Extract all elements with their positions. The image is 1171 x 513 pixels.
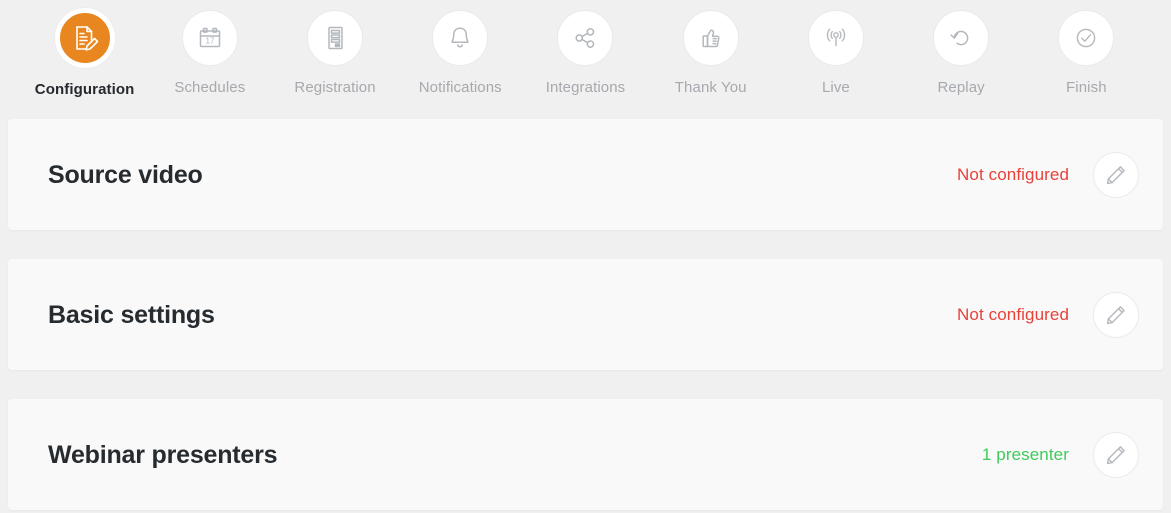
wizard-step-label: Registration <box>294 79 376 96</box>
edit-button-source-video[interactable] <box>1093 151 1139 198</box>
wizard-step-label: Integrations <box>545 79 626 96</box>
card-source-video[interactable]: Source video Not configured <box>8 119 1163 230</box>
wizard-step-finish[interactable]: Finish <box>1024 0 1149 97</box>
wizard-step-label: Notifications <box>418 79 502 96</box>
form-icon <box>321 24 349 52</box>
pencil-icon <box>1104 303 1128 327</box>
card-actions: 1 presenter <box>981 431 1139 478</box>
pencil-icon <box>1104 163 1128 187</box>
status-badge: Not configured <box>957 304 1069 324</box>
wizard-step-label: Schedules <box>174 79 246 96</box>
share-nodes-icon <box>571 24 599 52</box>
wizard-step-configuration[interactable]: Configuration <box>22 0 147 99</box>
check-circle-icon <box>1072 24 1100 52</box>
bell-icon <box>446 24 474 52</box>
wizard-step-registration[interactable]: Registration <box>272 0 397 97</box>
status-badge: Not configured <box>957 164 1069 184</box>
card-actions: Not configured <box>957 291 1139 338</box>
wizard-step-live[interactable]: Live <box>773 0 898 97</box>
step-circle-notifications <box>432 10 489 66</box>
pencil-icon <box>1104 443 1128 467</box>
card-title: Webinar presenters <box>48 440 278 469</box>
step-circle-configuration <box>54 8 115 68</box>
broadcast-icon <box>822 24 850 52</box>
status-badge: 1 presenter <box>981 444 1069 464</box>
step-circle-live <box>807 10 864 66</box>
wizard-step-label: Finish <box>1066 79 1107 96</box>
document-pencil-icon <box>70 23 100 53</box>
edit-button-webinar-presenters[interactable] <box>1093 431 1139 478</box>
wizard-step-replay[interactable]: Replay <box>899 0 1024 97</box>
card-webinar-presenters[interactable]: Webinar presenters 1 presenter <box>8 399 1163 510</box>
card-basic-settings[interactable]: Basic settings Not configured <box>8 259 1163 370</box>
step-circle-registration <box>307 10 364 66</box>
replay-arrow-icon <box>947 24 975 52</box>
thumbs-up-icon <box>697 24 725 52</box>
wizard-step-label: Replay <box>937 79 985 96</box>
step-circle-finish <box>1058 10 1115 66</box>
wizard-step-nav: Configuration 17 Schedules Registration … <box>0 0 1171 119</box>
wizard-step-notifications[interactable]: Notifications <box>398 0 523 97</box>
step-circle-schedules: 17 <box>181 10 238 66</box>
wizard-step-label: Configuration <box>34 81 135 98</box>
step-circle-thank-you <box>682 10 739 66</box>
wizard-step-schedules[interactable]: 17 Schedules <box>147 0 272 97</box>
card-title: Source video <box>48 160 203 189</box>
wizard-step-label: Live <box>821 79 850 96</box>
calendar-icon: 17 <box>196 24 224 52</box>
configuration-section-list: Source video Not configured Basic settin… <box>0 119 1171 510</box>
edit-button-basic-settings[interactable] <box>1093 291 1139 338</box>
wizard-step-label: Thank You <box>674 79 747 96</box>
step-circle-replay <box>933 10 990 66</box>
card-actions: Not configured <box>957 151 1139 198</box>
wizard-step-integrations[interactable]: Integrations <box>523 0 648 97</box>
card-title: Basic settings <box>48 300 215 329</box>
svg-text:17: 17 <box>205 37 214 46</box>
wizard-step-thank-you[interactable]: Thank You <box>648 0 773 97</box>
step-circle-integrations <box>557 10 614 66</box>
